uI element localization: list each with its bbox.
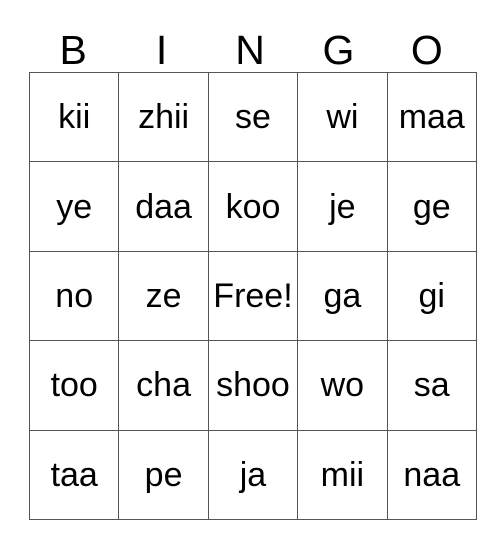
bingo-grid: kii zhii se wi maa ye daa koo je ge no z… [28,71,477,520]
bingo-cell[interactable]: ze [118,250,209,342]
bingo-cell[interactable]: wo [297,340,388,431]
bingo-row: too cha shoo wo sa [28,340,477,431]
bingo-cell-label: ge [412,188,451,225]
bingo-cell-label: ja [239,456,267,493]
bingo-cell-label: wo [320,367,365,404]
bingo-cell-label: wi [326,99,359,136]
bingo-cell[interactable]: ye [28,161,120,252]
bingo-cell-label: se [235,99,271,136]
bingo-cell[interactable]: se [207,71,299,163]
header-letter-b: B [59,27,87,73]
bingo-cell[interactable]: taa [28,429,120,520]
bingo-row: kii zhii se wi maa [28,71,477,163]
bingo-cell-label: maa [398,99,465,136]
bingo-cell[interactable]: too [28,340,120,431]
bingo-cell-label: daa [135,188,192,225]
bingo-row: no ze Free! ga gi [28,250,477,342]
bingo-cell-label: je [329,188,356,225]
header-letter-g: G [322,27,355,73]
bingo-cell[interactable]: naa [386,429,477,520]
bingo-cell[interactable]: mii [297,429,388,520]
header-letter-i: I [155,27,168,73]
bingo-cell-label: ye [56,188,93,225]
bingo-cell[interactable]: gi [386,250,477,342]
bingo-cell[interactable]: wi [297,71,388,163]
header-letter-o: O [410,27,443,73]
bingo-cell-label: cha [136,367,191,404]
bingo-cell-label: ze [145,277,182,314]
bingo-cell[interactable]: pe [118,429,209,520]
bingo-cell-label: kii [58,99,91,136]
bingo-cell[interactable]: daa [118,161,209,252]
bingo-cell[interactable]: ge [386,161,477,252]
header-letter-n: N [235,27,265,73]
bingo-cell-label: Free! [213,277,293,314]
bingo-cell[interactable]: kii [28,71,120,163]
bingo-cell-label: ga [323,277,362,314]
bingo-cell-label: pe [144,456,183,493]
bingo-cell-label: naa [403,456,461,493]
bingo-row: taa pe ja mii naa [28,429,477,520]
bingo-cell-label: shoo [216,367,290,404]
bingo-cell[interactable]: shoo [207,340,299,431]
bingo-cell-label: mii [320,456,365,493]
bingo-cell[interactable]: zhii [118,71,209,163]
bingo-cell[interactable]: je [297,161,388,252]
bingo-cell-label: taa [50,456,98,493]
bingo-cell[interactable]: sa [386,340,477,431]
bingo-header-row: B I N G O [29,22,471,72]
bingo-cell[interactable]: koo [207,161,299,252]
bingo-cell[interactable]: maa [386,71,477,163]
bingo-cell[interactable]: no [28,250,120,342]
bingo-cell-free[interactable]: Free! [207,250,299,342]
bingo-cell-label: gi [418,277,445,314]
bingo-cell-label: too [50,367,98,404]
bingo-cell-label: koo [225,188,281,225]
bingo-row: ye daa koo je ge [28,161,477,252]
bingo-cell[interactable]: ga [297,250,388,342]
bingo-card: B I N G O kii zhii se wi maa ye daa koo … [0,0,500,544]
bingo-cell[interactable]: ja [207,429,299,520]
bingo-cell[interactable]: cha [118,340,209,431]
bingo-cell-label: sa [413,367,450,404]
bingo-cell-label: zhii [138,99,190,136]
bingo-cell-label: no [55,277,94,314]
